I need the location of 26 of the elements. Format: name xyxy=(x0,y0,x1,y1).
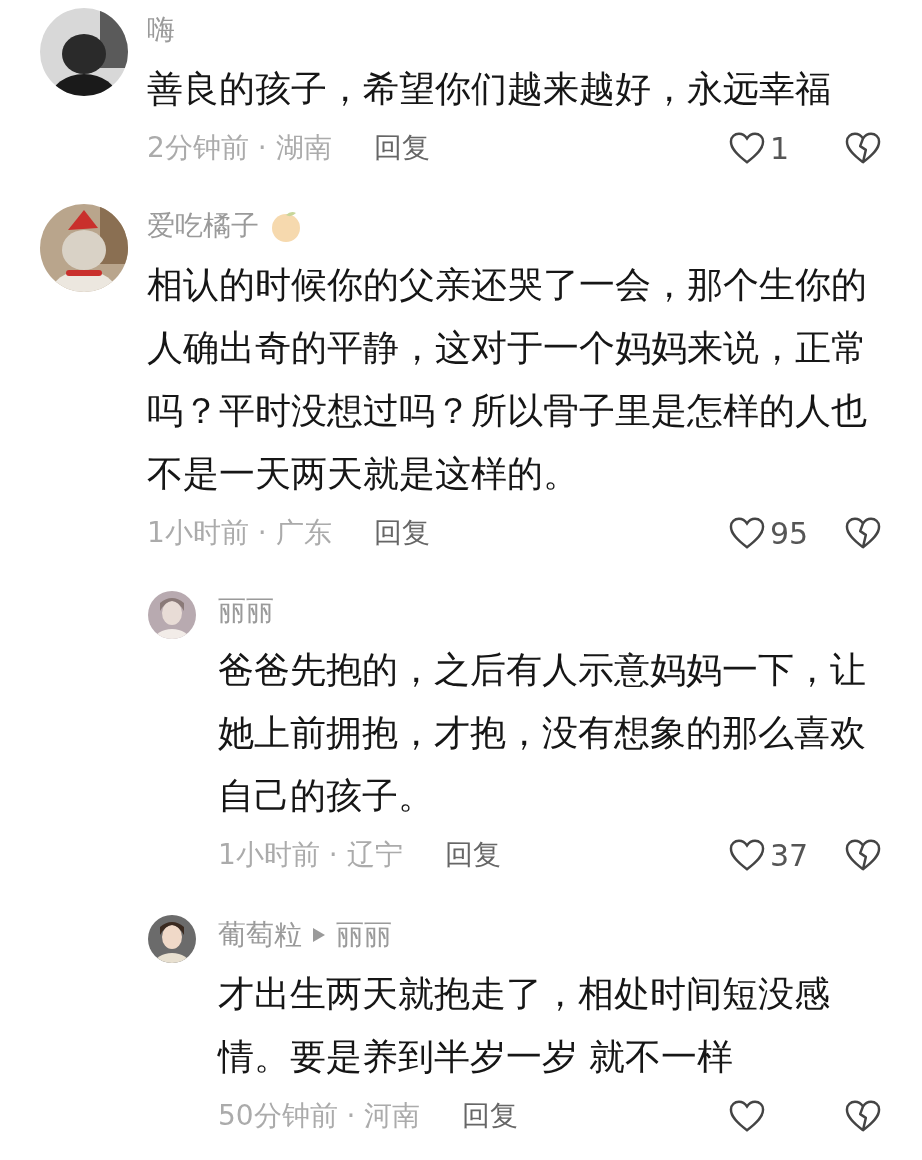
heart-icon[interactable] xyxy=(728,1099,766,1133)
comment-text: 才出生两天就抱走了，相处时间短没感情。要是养到半岁一岁 就不一样 xyxy=(218,972,831,1079)
play-icon xyxy=(312,927,326,943)
comment-meta: 2分钟前 · 湖南 xyxy=(147,130,332,166)
comment-meta: 1小时前 · 广东 xyxy=(147,515,332,551)
reply-link[interactable]: 回复 xyxy=(444,836,501,874)
heart-icon[interactable] xyxy=(728,516,766,550)
username[interactable]: 葡萄粒 xyxy=(218,916,302,954)
comment-meta: 50分钟前 · 河南 xyxy=(218,1098,421,1134)
reply-link[interactable]: 回复 xyxy=(373,129,430,167)
reply-link[interactable]: 回复 xyxy=(462,1097,519,1135)
reply-link[interactable]: 回复 xyxy=(373,514,430,552)
heart-icon[interactable] xyxy=(728,838,766,872)
username[interactable]: 嗨 xyxy=(147,11,175,49)
like-count: 95 xyxy=(770,515,809,551)
comment-text: 相认的时候你的父亲还哭了一会，那个生你的人确出奇的平静，这对于一个妈妈来说，正常吗？平时没想过吗？所以骨子里是怎样的人也不是一天两天就是这样的。 xyxy=(147,263,868,496)
comment-meta: 1小时前 · 辽宁 xyxy=(218,837,403,873)
heart-icon[interactable] xyxy=(728,131,766,165)
username[interactable]: 爱吃橘子 xyxy=(147,207,259,245)
comment-text: 善良的孩子，希望你们越来越好，永远幸福 xyxy=(147,67,832,111)
comment-text: 爸爸先抱的，之后有人示意妈妈一下，让她上前拥抱，才抱，没有想象的那么喜欢自己的孩子。 xyxy=(218,648,867,818)
fruit-icon xyxy=(269,209,303,243)
username[interactable]: 丽丽 xyxy=(336,916,392,954)
username[interactable]: 丽丽 xyxy=(218,592,274,630)
like-count: 1 xyxy=(770,130,790,166)
like-count: 37 xyxy=(770,837,809,873)
